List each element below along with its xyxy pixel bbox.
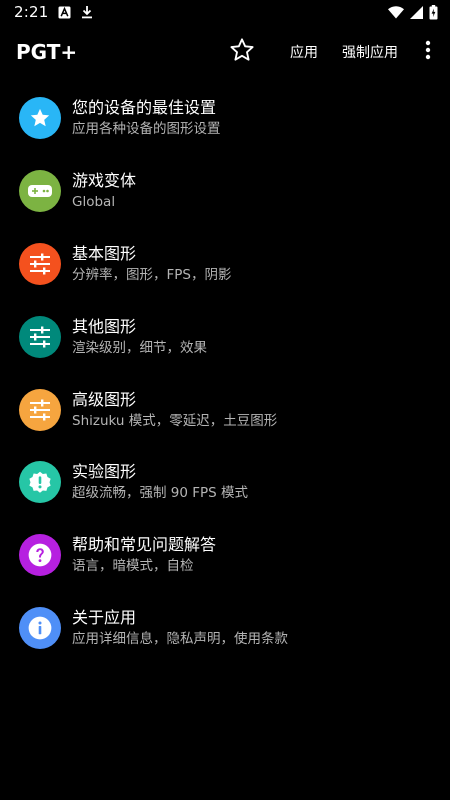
menu-item-title: 您的设备的最佳设置 [72,98,217,118]
menu-item-text: 其他图形 渲染级别，细节，效果 [72,316,207,358]
overflow-menu-button[interactable] [410,28,446,76]
menu-item-experimental-graphics[interactable]: 实验图形 超级流畅，强制 90 FPS 模式 [0,446,450,519]
menu-item-subtitle: 应用各种设备的图形设置 [72,121,221,138]
menu-item-title: 游戏变体 [72,171,137,191]
menu-item-best-settings[interactable]: 您的设备的最佳设置 应用各种设备的图形设置 [0,82,450,155]
wifi-icon [388,5,404,19]
favorite-button[interactable] [218,28,266,76]
info-icon [19,606,61,649]
tune-icon [19,315,61,358]
download-icon [81,5,93,19]
badge-alert-icon [19,461,61,504]
menu-item-title: 高级图形 [72,389,137,409]
menu-item-subtitle: Global [72,194,116,211]
menu-item-advanced-graphics[interactable]: 高级图形 Shizuku 模式，零延迟，土豆图形 [0,373,450,446]
menu-item-subtitle: 应用详细信息，隐私声明，使用条款 [72,630,288,647]
menu-item-text: 游戏变体 Global [72,170,136,212]
force-apply-button[interactable]: 强制应用 [330,28,410,76]
menu-item-text: 您的设备的最佳设置 应用各种设备的图形设置 [72,97,221,139]
menu-item-title: 其他图形 [72,316,137,336]
menu-item-other-graphics[interactable]: 其他图形 渲染级别，细节，效果 [0,300,450,373]
app-bar: PGT+ 应用 强制应用 [0,24,450,80]
a-icon [58,6,71,19]
menu-item-text: 高级图形 Shizuku 模式，零延迟，土豆图形 [72,389,277,431]
menu-item-subtitle: 渲染级别，细节，效果 [72,339,207,356]
menu-item-subtitle: 语言，暗模式，自检 [72,558,194,575]
menu-item-subtitle: 分辨率，图形，FPS，阴影 [72,266,232,283]
menu-item-text: 基本图形 分辨率，图形，FPS，阴影 [72,243,231,285]
status-bar: 2:21 [0,0,450,24]
status-left: 2:21 [14,3,93,21]
menu-item-title: 基本图形 [72,243,137,263]
battery-icon [429,4,438,20]
menu-item-title: 实验图形 [72,462,137,482]
menu-item-basic-graphics[interactable]: 基本图形 分辨率，图形，FPS，阴影 [0,228,450,301]
tune-icon [19,388,61,431]
status-right [388,4,438,20]
help-icon [19,534,61,577]
tune-icon [19,242,61,285]
menu-item-help-faq[interactable]: 帮助和常见问题解答 语言，暗模式，自检 [0,519,450,592]
menu-item-text: 关于应用 应用详细信息，隐私声明，使用条款 [72,607,288,649]
menu-item-subtitle: 超级流畅，强制 90 FPS 模式 [72,485,249,502]
signal-icon [410,5,423,19]
menu-item-game-variant[interactable]: 游戏变体 Global [0,155,450,228]
more-vert-icon [425,40,431,64]
menu-item-title: 帮助和常见问题解答 [72,535,217,555]
star-icon [19,97,61,140]
menu-item-title: 关于应用 [72,607,137,627]
app-title: PGT+ [16,40,78,64]
star-outline-icon [229,37,255,67]
apply-button[interactable]: 应用 [278,28,330,76]
menu-item-subtitle: Shizuku 模式，零延迟，土豆图形 [72,412,278,429]
status-time: 2:21 [14,3,49,21]
app-actions: 应用 强制应用 [218,24,450,80]
menu-item-text: 帮助和常见问题解答 语言，暗模式，自检 [72,534,216,576]
menu-item-text: 实验图形 超级流畅，强制 90 FPS 模式 [72,461,248,503]
menu-item-about-app[interactable]: 关于应用 应用详细信息，隐私声明，使用条款 [0,592,450,665]
settings-menu-list: 您的设备的最佳设置 应用各种设备的图形设置 游戏变体 Global 基本图形 分… [0,82,450,664]
gamepad-icon [19,170,61,213]
